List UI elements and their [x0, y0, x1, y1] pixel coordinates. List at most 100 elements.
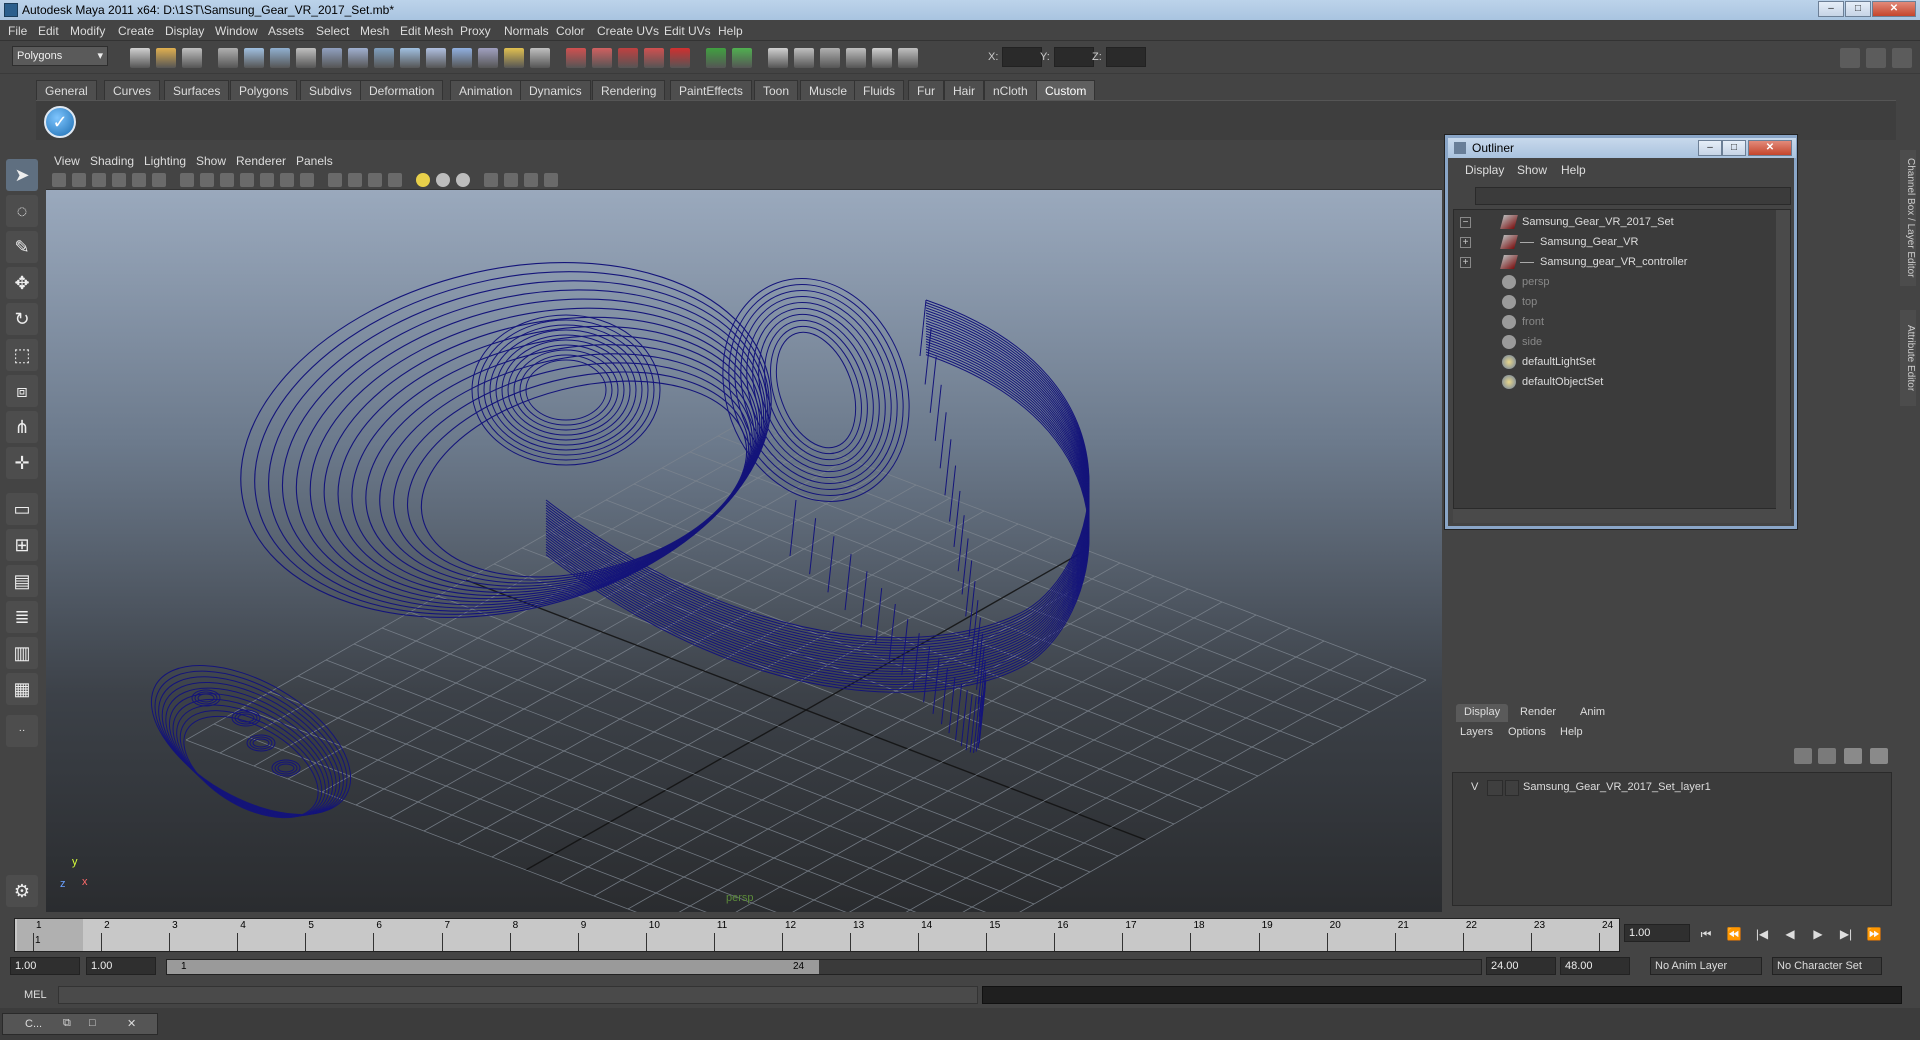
outliner-item[interactable]: defaultLightSet	[1454, 354, 1770, 372]
snap-curve-icon[interactable]	[592, 48, 612, 68]
four-view-layout-icon[interactable]: ⊞	[6, 529, 38, 561]
playback-end-field[interactable]: 24.00	[1486, 957, 1556, 975]
menu-edit[interactable]: Edit	[38, 24, 59, 38]
2d-pan-icon[interactable]	[132, 173, 146, 187]
shelf-tab-ncloth[interactable]: nCloth	[984, 80, 1037, 100]
paint-select-icon[interactable]: ✎	[6, 231, 38, 263]
menu-color[interactable]: Color	[556, 24, 585, 38]
new-layer-icon[interactable]	[1794, 748, 1812, 764]
snap-point-icon[interactable]	[618, 48, 638, 68]
last-tool-icon[interactable]: ✛	[6, 447, 38, 479]
outliner-item[interactable]: + Samsung_Gear_VR	[1454, 234, 1770, 252]
film-gate-icon[interactable]	[200, 173, 214, 187]
mel-input[interactable]	[58, 986, 978, 1004]
resolution-gate-icon[interactable]	[220, 173, 234, 187]
viewport-menu-show[interactable]: Show	[196, 154, 226, 168]
shelf-tab-toon[interactable]: Toon	[754, 80, 799, 100]
ipr-render-icon[interactable]	[820, 48, 840, 68]
menu-normals[interactable]: Normals	[504, 24, 549, 38]
menu-assets[interactable]: Assets	[268, 24, 304, 38]
use-all-lights-icon[interactable]	[416, 173, 430, 187]
gate-mask-icon[interactable]	[240, 173, 254, 187]
tool-settings-icon[interactable]: ⚙	[6, 875, 38, 907]
anim-layer-dropdown[interactable]: No Anim Layer	[1650, 957, 1762, 975]
lock-selection-icon[interactable]	[504, 48, 524, 68]
shelf-tab-polygons[interactable]: Polygons	[230, 80, 298, 100]
layer-type-toggle[interactable]	[1487, 780, 1503, 796]
outliner-horizontal-scrollbar[interactable]	[1453, 509, 1791, 523]
shelf-tab-general[interactable]: General	[36, 80, 97, 100]
outliner-item[interactable]: top	[1454, 294, 1770, 312]
bookmark-icon[interactable]	[92, 173, 106, 187]
current-time-field[interactable]: 1.00	[1624, 924, 1690, 942]
menu-create-uvs[interactable]: Create UVs	[597, 24, 659, 38]
move-tool-icon[interactable]: ✥	[6, 267, 38, 299]
range-slider-thumb[interactable]: 1 24	[167, 960, 819, 974]
camera-attr-icon[interactable]	[72, 173, 86, 187]
shelf-tab-subdivs[interactable]: Subdivs	[300, 80, 361, 100]
shelf-tab-rendering[interactable]: Rendering	[592, 80, 666, 100]
select-by-handle-icon[interactable]	[296, 48, 316, 68]
highlight-selection-icon[interactable]	[530, 48, 550, 68]
tab-render[interactable]: Render	[1512, 704, 1564, 722]
outliner-item[interactable]: persp	[1454, 274, 1770, 292]
select-by-joint-icon[interactable]	[322, 48, 342, 68]
menu-set-dropdown[interactable]: Polygons	[12, 46, 108, 66]
maximize-button[interactable]: □	[1845, 1, 1871, 17]
go-to-end-button[interactable]: ⏩	[1864, 924, 1884, 944]
graph-layout-icon[interactable]: ≣	[6, 601, 38, 633]
menu-window[interactable]: Window	[215, 24, 258, 38]
outliner-item[interactable]: side	[1454, 334, 1770, 352]
scale-tool-icon[interactable]: ⬚	[6, 339, 38, 371]
wireframe-on-shaded-icon[interactable]	[368, 173, 382, 187]
select-object-icon[interactable]	[244, 48, 264, 68]
render-frame-icon[interactable]	[794, 48, 814, 68]
start-time-field[interactable]: 1.00	[10, 957, 80, 975]
z-coord-field[interactable]	[1106, 47, 1146, 67]
outliner-filter-field[interactable]	[1475, 187, 1791, 205]
go-to-start-button[interactable]: ⏮	[1696, 924, 1716, 944]
outliner-maximize-button[interactable]: □	[1722, 140, 1746, 156]
layer-menu-help[interactable]: Help	[1560, 726, 1583, 738]
camera-select-icon[interactable]	[52, 173, 66, 187]
history-icon[interactable]	[706, 48, 726, 68]
menu-create[interactable]: Create	[118, 24, 154, 38]
lasso-tool-icon[interactable]: ◌	[6, 195, 38, 227]
outliner-item[interactable]: front	[1454, 314, 1770, 332]
xray-components-icon[interactable]	[544, 173, 558, 187]
select-misc-icon[interactable]	[478, 48, 498, 68]
outliner-list[interactable]: − Samsung_Gear_VR_2017_Set + Samsung_Gear_V…	[1453, 209, 1791, 510]
outliner-menu-display[interactable]: Display	[1465, 163, 1504, 177]
hq-lighting-icon[interactable]	[456, 173, 470, 187]
viewport-menu-renderer[interactable]: Renderer	[236, 154, 286, 168]
shadows-icon[interactable]	[436, 173, 450, 187]
step-back-frame-button[interactable]: |◀	[1752, 924, 1772, 944]
outliner-menu-show[interactable]: Show	[1517, 163, 1547, 177]
grease-pencil-icon[interactable]	[152, 173, 166, 187]
new-scene-icon[interactable]	[130, 48, 150, 68]
range-slider-track[interactable]: 1 24	[166, 959, 1482, 975]
select-by-curve-icon[interactable]	[348, 48, 368, 68]
shelf-tab-deformation[interactable]: Deformation	[360, 80, 444, 100]
perspective-viewport[interactable]: y x z persp	[46, 190, 1442, 912]
shelf-tab-fur[interactable]: Fur	[908, 80, 944, 100]
hypershade-layout-icon[interactable]: ▥	[6, 637, 38, 669]
shelf-tab-curves[interactable]: Curves	[104, 80, 161, 100]
collapse-icon[interactable]: −	[1460, 217, 1471, 228]
viewport-menu-shading[interactable]: Shading	[90, 154, 134, 168]
minimized-close-icon[interactable]: ✕	[127, 1017, 136, 1030]
menu-display[interactable]: Display	[165, 24, 204, 38]
shelf-tab-dynamics[interactable]: Dynamics	[520, 80, 591, 100]
shelf-tab-muscle[interactable]: Muscle	[800, 80, 857, 100]
outliner-item[interactable]: − Samsung_Gear_VR_2017_Set	[1454, 214, 1770, 232]
end-time-field[interactable]: 48.00	[1560, 957, 1630, 975]
show-channel-box-icon[interactable]	[1840, 48, 1860, 68]
expand-icon[interactable]: +	[1460, 257, 1471, 268]
outliner-item[interactable]: + Samsung_gear_VR_controller	[1454, 254, 1770, 272]
menu-mesh[interactable]: Mesh	[360, 24, 389, 38]
step-back-key-button[interactable]: ⏪	[1724, 924, 1744, 944]
minimized-window[interactable]: C... ⧉ □ ✕	[2, 1013, 158, 1035]
character-set-dropdown[interactable]: No Character Set	[1772, 957, 1882, 975]
viewport-menu-lighting[interactable]: Lighting	[144, 154, 186, 168]
shelf-check-icon[interactable]: ✓	[44, 106, 76, 138]
